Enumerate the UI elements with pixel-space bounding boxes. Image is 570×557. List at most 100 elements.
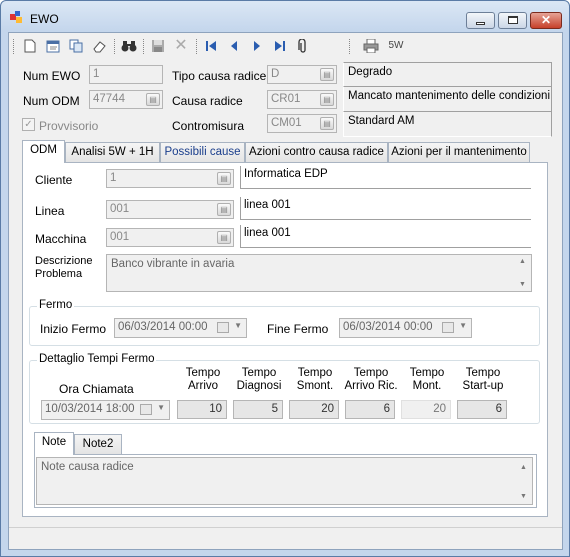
header-line2: Start-up bbox=[462, 380, 504, 392]
tempo-arrivo-header: Tempo Arrivo bbox=[173, 367, 233, 393]
cliente-code: 1 bbox=[110, 172, 117, 184]
tab-note2[interactable]: Note2 bbox=[74, 434, 122, 455]
attach-icon[interactable] bbox=[295, 38, 311, 54]
lookup-icon[interactable]: ▤ bbox=[217, 172, 231, 185]
tab-azioni-mantenimento[interactable]: Azioni per il mantenimento bbox=[388, 142, 530, 163]
tab-azioni-contro-causa[interactable]: Azioni contro causa radice bbox=[245, 142, 388, 163]
lookup-icon[interactable]: ▤ bbox=[217, 203, 231, 216]
toolbar-separator bbox=[196, 39, 197, 54]
app-icon bbox=[10, 11, 22, 23]
tab-possibili-cause[interactable]: Possibili cause bbox=[160, 142, 245, 163]
note-value: Note causa radice bbox=[41, 461, 134, 473]
causa-radice-description: Mancato mantenimento delle condizioni di bbox=[343, 86, 552, 112]
contromisura-code: CM01 bbox=[271, 117, 302, 129]
lookup-icon[interactable]: ▤ bbox=[320, 93, 334, 106]
macchina-field[interactable]: 001 ▤ bbox=[106, 228, 234, 247]
num-ewo-label: Num EWO bbox=[23, 69, 81, 83]
note-field[interactable]: Note causa radice ▲ ▼ bbox=[36, 457, 533, 505]
chevron-down-icon[interactable]: ▼ bbox=[234, 321, 242, 330]
descrizione-scrollbar[interactable]: ▲ ▼ bbox=[515, 255, 531, 291]
first-icon[interactable] bbox=[203, 38, 219, 54]
toolbar: ✕ 5W bbox=[13, 35, 558, 57]
num-odm-field[interactable]: 47744 ▤ bbox=[89, 90, 163, 109]
printer-icon[interactable] bbox=[363, 38, 379, 54]
tempo-start-up-field[interactable]: 6 bbox=[457, 400, 507, 419]
macchina-description: linea 001 bbox=[240, 225, 531, 248]
fivew-button[interactable]: 5W bbox=[386, 38, 406, 54]
calendar-icon[interactable] bbox=[140, 404, 152, 415]
close-button[interactable]: ✕ bbox=[530, 12, 562, 29]
prev-icon[interactable] bbox=[226, 38, 242, 54]
header-line1: Tempo bbox=[185, 367, 221, 379]
macchina-code: 001 bbox=[110, 231, 130, 243]
tab-note[interactable]: Note bbox=[34, 432, 74, 455]
tempo-mont-field[interactable]: 20 bbox=[401, 400, 451, 419]
calendar-icon[interactable] bbox=[217, 322, 229, 333]
tab-odm[interactable]: ODM bbox=[22, 140, 65, 163]
linea-description: linea 001 bbox=[240, 197, 531, 220]
ora-chiamata-picker[interactable]: 10/03/2014 18:00 ▼ bbox=[41, 400, 170, 420]
descrizione-problema-field[interactable]: Banco vibrante in avaria ▲ ▼ bbox=[106, 254, 532, 292]
lookup-icon[interactable]: ▤ bbox=[217, 231, 231, 244]
ora-chiamata-value: 10/03/2014 18:00 bbox=[45, 403, 135, 415]
save-icon[interactable] bbox=[150, 38, 166, 54]
scroll-down-icon[interactable]: ▼ bbox=[519, 281, 526, 288]
inizio-fermo-value: 06/03/2014 00:00 bbox=[118, 321, 208, 333]
tempo-smont-header: Tempo Smont. bbox=[285, 367, 345, 393]
descrizione-label-line2: Problema bbox=[35, 268, 83, 280]
title-bar[interactable]: EWO ✕ bbox=[1, 1, 569, 31]
delete-icon[interactable]: ✕ bbox=[173, 38, 189, 54]
window: EWO ✕ ✕ 5W Num EWO 1 Num ODM 47744 ▤ ✓ P… bbox=[0, 0, 570, 557]
calendar-icon[interactable] bbox=[442, 322, 454, 333]
provvisorio-checkbox[interactable]: ✓ bbox=[22, 118, 35, 131]
linea-field[interactable]: 001 ▤ bbox=[106, 200, 234, 219]
lookup-icon[interactable]: ▤ bbox=[320, 68, 334, 81]
last-icon[interactable] bbox=[272, 38, 288, 54]
notes-tabs: Note Note2 bbox=[34, 432, 134, 456]
num-ewo-field[interactable]: 1 bbox=[89, 65, 163, 84]
tempo-arrivo-ric-header: Tempo Arrivo Ric. bbox=[341, 367, 401, 393]
lookup-icon[interactable]: ▤ bbox=[146, 93, 160, 106]
chevron-down-icon[interactable]: ▼ bbox=[459, 321, 467, 330]
causa-radice-code: CR01 bbox=[271, 93, 301, 105]
fermo-group-title: Fermo bbox=[37, 299, 75, 311]
copy-icon[interactable] bbox=[68, 38, 84, 54]
window-title: EWO bbox=[30, 12, 59, 26]
tipo-causa-label: Tipo causa radice bbox=[172, 69, 267, 83]
tempo-smont-field[interactable]: 20 bbox=[289, 400, 339, 419]
tempo-diagnosi-field[interactable]: 5 bbox=[233, 400, 283, 419]
inizio-fermo-picker[interactable]: 06/03/2014 00:00 ▼ bbox=[114, 318, 247, 338]
scroll-down-icon[interactable]: ▼ bbox=[520, 493, 527, 500]
next-icon[interactable] bbox=[249, 38, 265, 54]
cliente-field[interactable]: 1 ▤ bbox=[106, 169, 234, 188]
tempo-diagnosi-header: Tempo Diagnosi bbox=[229, 367, 289, 393]
descrizione-problema-value: Banco vibrante in avaria bbox=[111, 258, 235, 270]
status-bar bbox=[9, 527, 562, 549]
eraser-icon[interactable] bbox=[91, 38, 107, 54]
fine-fermo-picker[interactable]: 06/03/2014 00:00 ▼ bbox=[339, 318, 472, 338]
tempo-arrivo-field[interactable]: 10 bbox=[177, 400, 227, 419]
causa-radice-field[interactable]: CR01 ▤ bbox=[267, 90, 337, 109]
header-line1: Tempo bbox=[409, 367, 445, 379]
tipo-causa-field[interactable]: D ▤ bbox=[267, 65, 337, 84]
maximize-button[interactable] bbox=[498, 12, 527, 29]
causa-radice-label: Causa radice bbox=[172, 94, 243, 108]
new-icon[interactable] bbox=[22, 38, 38, 54]
lookup-icon[interactable]: ▤ bbox=[320, 117, 334, 130]
scroll-up-icon[interactable]: ▲ bbox=[519, 258, 526, 265]
main-tabs: ODM Analisi 5W + 1H Possibili cause Azio… bbox=[22, 140, 550, 164]
binoculars-icon[interactable] bbox=[121, 38, 137, 54]
tab-analisi-5w-1h[interactable]: Analisi 5W + 1H bbox=[65, 142, 160, 163]
minimize-button[interactable] bbox=[466, 12, 495, 29]
linea-code: 001 bbox=[110, 203, 130, 215]
edit-icon[interactable] bbox=[45, 38, 61, 54]
scroll-up-icon[interactable]: ▲ bbox=[520, 464, 527, 471]
descrizione-label: Descrizione Problema bbox=[35, 255, 92, 281]
contromisura-field[interactable]: CM01 ▤ bbox=[267, 114, 337, 133]
cliente-label: Cliente bbox=[35, 173, 73, 187]
note-scrollbar[interactable]: ▲ ▼ bbox=[516, 458, 532, 504]
tempo-arrivo-ric-field[interactable]: 6 bbox=[345, 400, 395, 419]
chevron-down-icon[interactable]: ▼ bbox=[157, 403, 165, 412]
macchina-label: Macchina bbox=[35, 232, 87, 246]
header-line1: Tempo bbox=[465, 367, 501, 379]
